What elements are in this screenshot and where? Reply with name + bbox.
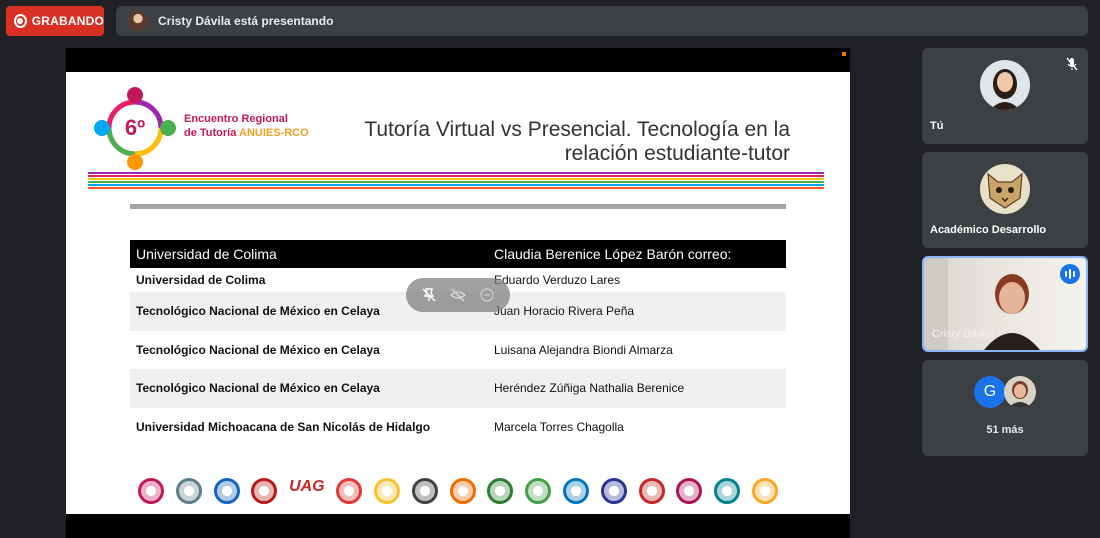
logo-text: Encuentro Regional de Tutoría ANUIES-RCO — [184, 112, 309, 140]
person-cell: Juan Horacio Rivera Peña — [494, 304, 635, 319]
table-row: Tecnológico Nacional de México en Celaya… — [130, 369, 786, 408]
pin-icon[interactable] — [421, 287, 437, 303]
mic-off-icon — [1066, 57, 1078, 71]
university-logo-icon — [449, 478, 476, 504]
remove-icon[interactable] — [479, 287, 495, 303]
speaking-indicator-icon — [1060, 264, 1080, 284]
participants-table: Universidad de Colima Claudia Berenice L… — [130, 240, 786, 446]
user-photo-icon — [1004, 376, 1036, 408]
participant-name: Tú — [930, 120, 944, 132]
table-header-row: Universidad de Colima Claudia Berenice L… — [130, 240, 786, 268]
color-stripe — [88, 172, 824, 174]
svg-text:6º: 6º — [125, 115, 145, 140]
table-row: Universidad Michoacana de San Nicolás de… — [130, 407, 786, 446]
color-stripes — [88, 172, 824, 190]
university-logo-icon — [411, 478, 438, 504]
person-cell: Luisana Alejandra Biondi Almarza — [494, 342, 673, 357]
more-participants-tile[interactable]: G 51 más — [922, 360, 1088, 456]
university-logo-icon — [600, 478, 627, 504]
university-logo-icon — [638, 478, 665, 504]
avatar: G — [974, 376, 1006, 408]
avatar — [980, 60, 1030, 110]
avatar — [1004, 376, 1036, 408]
person-cell: Eduardo Verduzo Lares — [494, 273, 621, 287]
presentation-toolbar[interactable] — [406, 278, 510, 312]
slide-title-line-1: Tutoría Virtual vs Presencial. Tecnologí… — [364, 118, 790, 141]
record-icon — [14, 14, 27, 28]
university-logo-icon — [562, 478, 589, 504]
university-logo-icon — [175, 478, 202, 504]
participant-tile[interactable]: Académico Desarrollo — [922, 152, 1088, 248]
presenter-avatar — [128, 11, 148, 31]
sponsor-logos: UAG — [138, 474, 778, 508]
avatar — [980, 164, 1030, 214]
color-stripe — [88, 187, 824, 189]
university-logo-icon — [374, 478, 401, 504]
university-logo-icon — [487, 478, 514, 504]
presenter-bar[interactable]: Cristy Dávila está presentando — [116, 6, 1088, 36]
slide-title-line-2: relación estudiante-tutor — [564, 142, 790, 165]
more-participants-label: 51 más — [986, 424, 1024, 436]
person-cell: Marcela Torres Chagolla — [494, 419, 624, 434]
university-logo-icon — [213, 478, 240, 504]
more-avatars: G — [974, 376, 1036, 408]
divider — [130, 204, 786, 209]
color-stripe — [88, 175, 824, 177]
table-header-cell: Universidad de Colima — [130, 240, 488, 268]
recording-label: GRABANDO — [31, 14, 104, 28]
participant-tile-active-speaker[interactable]: Cristy Dávila — [922, 256, 1088, 352]
user-photo-icon — [980, 60, 1030, 110]
university-logo-icon — [751, 478, 778, 504]
mascot-avatar-icon — [980, 164, 1030, 214]
institution-cell: Tecnológico Nacional de México en Celaya — [136, 342, 380, 357]
university-logo-icon — [525, 478, 552, 504]
presentation-stage[interactable]: 6º Encuentro Regional de Tutoría ANUIES-… — [66, 48, 850, 538]
logo-line-2: de Tutoría ANUIES-RCO — [184, 127, 309, 139]
university-logo-icon — [251, 478, 278, 504]
participant-tile-self[interactable]: Tú — [922, 48, 1088, 144]
university-logo-icon — [138, 478, 164, 504]
encuentro-logo-icon: 6º — [94, 87, 176, 170]
slide-title: Tutoría Virtual vs Presencial. Tecnologí… — [350, 118, 790, 166]
color-stripe — [88, 181, 824, 183]
participant-name: Cristy Dávila — [932, 328, 994, 340]
table-header-cell: Claudia Berenice López Barón correo: — [488, 240, 786, 268]
uag-logo: UAG — [289, 478, 325, 495]
color-stripe — [88, 178, 824, 180]
person-cell: Heréndez Zúñiga Nathalia Berenice — [494, 381, 685, 396]
hide-icon[interactable] — [449, 287, 466, 303]
recording-badge: GRABANDO — [6, 6, 104, 36]
presentation-indicator — [842, 52, 846, 56]
participant-name: Académico Desarrollo — [930, 224, 1047, 236]
color-stripe — [88, 184, 824, 186]
university-logo-icon — [714, 478, 741, 504]
institution-cell: Universidad Michoacana de San Nicolás de… — [136, 419, 431, 434]
table-row: Tecnológico Nacional de México en Celaya… — [130, 330, 786, 369]
university-logo-icon — [676, 478, 703, 504]
institution-cell: Tecnológico Nacional de México en Celaya — [136, 381, 380, 396]
logo-line-1: Encuentro Regional — [184, 113, 288, 125]
university-logo-icon — [336, 478, 363, 504]
presenter-text: Cristy Dávila está presentando — [158, 14, 334, 28]
